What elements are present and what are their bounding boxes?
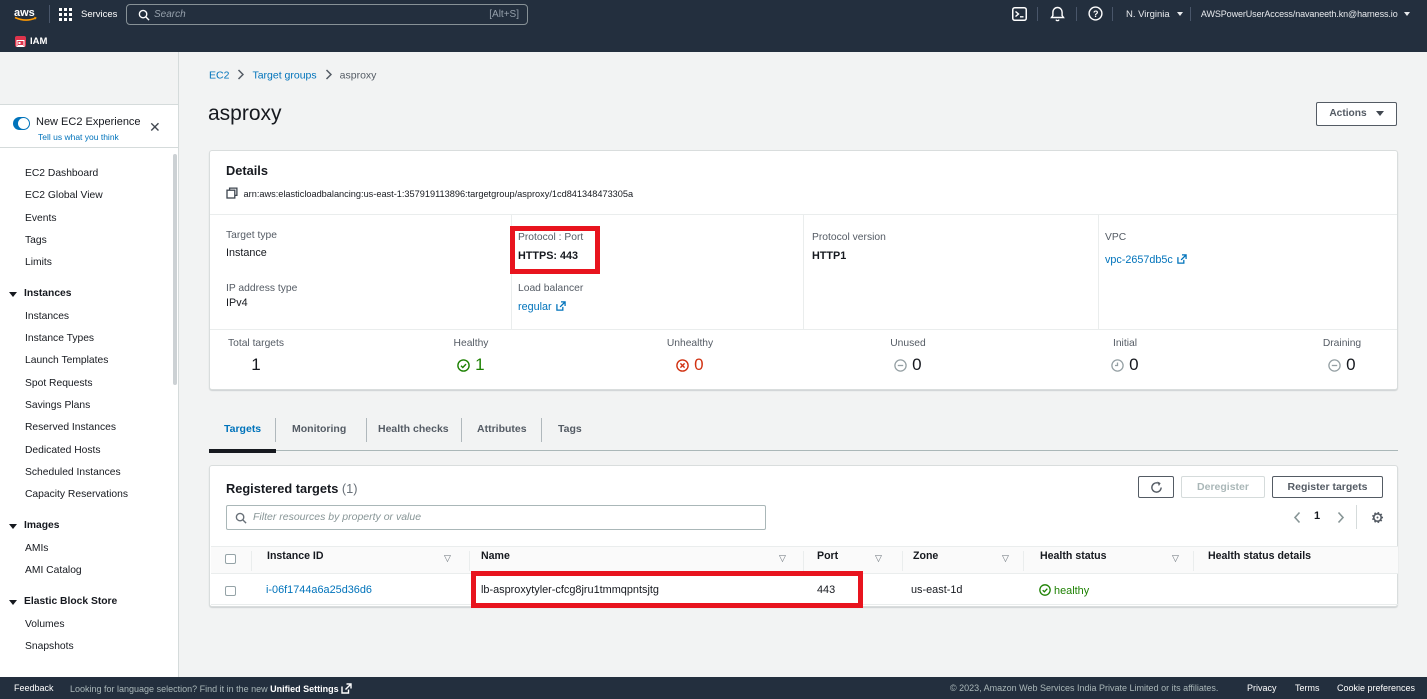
svg-text:?: ? (1093, 9, 1099, 19)
svg-text:aws: aws (14, 7, 35, 19)
